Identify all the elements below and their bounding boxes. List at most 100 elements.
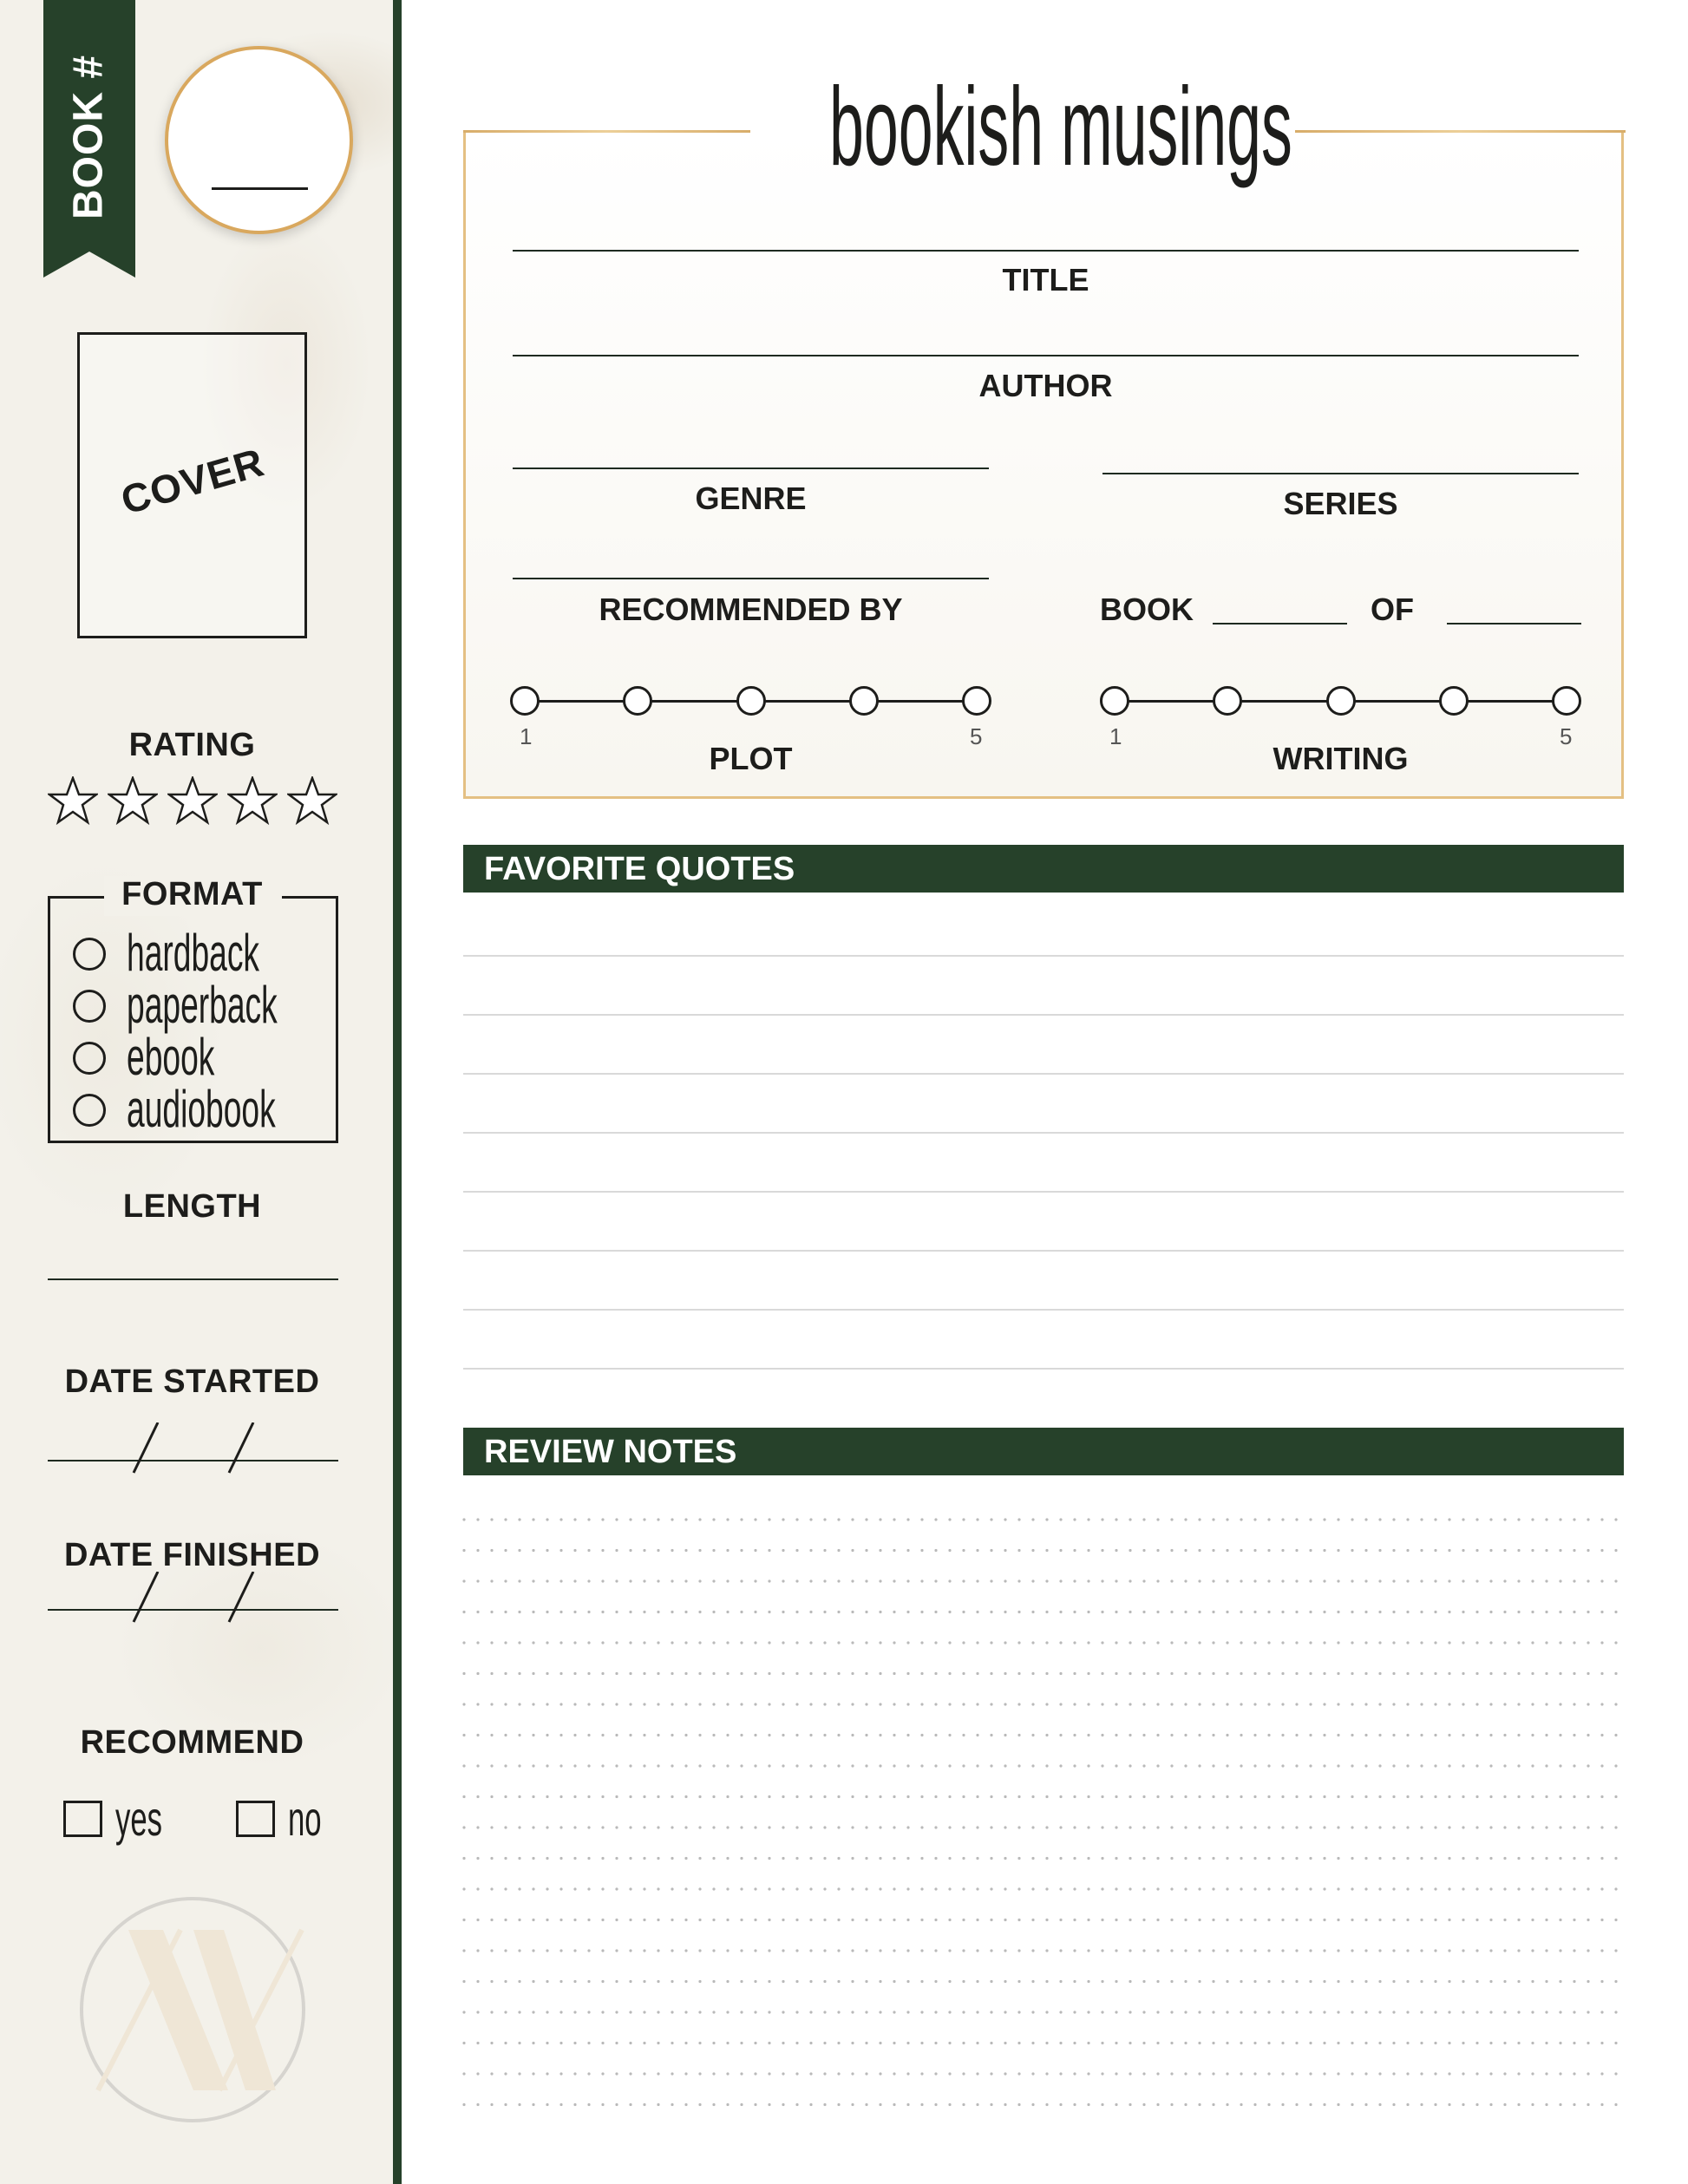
grid-dot [1545, 1795, 1548, 1799]
grid-dot [629, 1548, 632, 1553]
grid-dot [559, 1764, 563, 1768]
quote-line[interactable] [463, 1014, 1624, 1016]
grid-dot [462, 1518, 466, 1521]
star-rating[interactable] [48, 776, 337, 827]
scale-step-2[interactable] [1213, 686, 1243, 716]
grid-dot [1156, 1548, 1160, 1553]
star-icon[interactable] [167, 776, 218, 825]
grid-dot [948, 1518, 952, 1521]
grid-dot [1267, 1703, 1271, 1706]
length-field[interactable] [48, 1278, 338, 1280]
grid-dot [1614, 1733, 1618, 1737]
grid-dot [851, 1610, 854, 1614]
grid-dot [587, 1518, 591, 1521]
grid-dot [1337, 2041, 1340, 2045]
quote-line[interactable] [463, 955, 1624, 957]
grid-dot [1475, 1856, 1479, 1860]
format-option-ebook[interactable]: ebook [73, 1028, 324, 1086]
grid-dot [1503, 2041, 1507, 2045]
grid-dot [990, 2102, 993, 2107]
grid-dot [504, 1887, 507, 1891]
grid-dot [476, 1703, 480, 1706]
grid-dot [948, 1671, 952, 1676]
grid-dot [934, 1610, 938, 1614]
grid-dot [1156, 1703, 1160, 1706]
grid-dot [1489, 1979, 1493, 1984]
grid-dot [1475, 1548, 1479, 1553]
scale-step-4[interactable] [848, 686, 879, 716]
quote-line[interactable] [463, 1132, 1624, 1134]
book-number-field[interactable] [165, 46, 353, 234]
grid-dot [1281, 1610, 1285, 1614]
grid-dot [962, 1548, 965, 1553]
scale-step-1[interactable] [510, 686, 540, 716]
date-finished-label: DATE FINISHED [63, 1537, 321, 1573]
star-icon[interactable] [48, 776, 98, 825]
grid-dot [1503, 1918, 1507, 1922]
radio-button[interactable] [73, 1042, 106, 1075]
scale-step-3[interactable] [736, 686, 766, 716]
quote-line[interactable] [463, 1073, 1624, 1075]
grid-dot [1142, 1610, 1146, 1614]
grid-dot [1337, 1795, 1340, 1799]
format-option-audiobook[interactable]: audiobook [73, 1080, 324, 1138]
grid-dot [615, 1949, 618, 1952]
grid-dot [532, 1949, 535, 1952]
grid-dot [726, 1610, 730, 1614]
quote-line[interactable] [463, 1309, 1624, 1311]
radio-button[interactable] [73, 990, 106, 1023]
scale-step-4[interactable] [1438, 686, 1469, 716]
grid-dot [1600, 1733, 1604, 1737]
grid-dot [1420, 1579, 1423, 1583]
grid-dot [1309, 1579, 1312, 1583]
grid-dot [1198, 1764, 1201, 1768]
grid-dot [1364, 2011, 1368, 2014]
scale-step-2[interactable] [623, 686, 653, 716]
grid-dot [1420, 1795, 1423, 1799]
book-total-field[interactable] [1447, 623, 1581, 624]
recommended-by-field[interactable] [513, 578, 989, 579]
grid-dot [1614, 1703, 1618, 1706]
star-icon[interactable] [287, 776, 337, 825]
recommend-yes-checkbox[interactable] [63, 1801, 102, 1837]
title-field[interactable] [513, 250, 1579, 252]
grid-dot [1462, 1887, 1465, 1891]
grid-dot [476, 1856, 480, 1860]
grid-dot [1448, 1826, 1451, 1829]
scale-step-5[interactable] [1552, 686, 1581, 716]
grid-dot [1295, 2072, 1299, 2076]
quote-line[interactable] [463, 1191, 1624, 1193]
radio-button[interactable] [73, 938, 106, 971]
quote-line[interactable] [463, 1368, 1624, 1370]
recommend-no-checkbox[interactable] [236, 1801, 275, 1837]
grid-dot [1142, 1671, 1146, 1676]
radio-button[interactable] [73, 1094, 106, 1127]
scale-step-5[interactable] [962, 686, 991, 716]
book-index-field[interactable] [1213, 623, 1347, 624]
format-option-hardback[interactable]: hardback [73, 924, 324, 982]
star-icon[interactable] [227, 776, 278, 825]
grid-dot [1184, 1795, 1187, 1799]
grid-dot [823, 1641, 827, 1645]
grid-dot [809, 1671, 813, 1676]
grid-dot [476, 1826, 480, 1829]
series-field[interactable] [1102, 473, 1579, 474]
grid-dot [573, 1795, 577, 1799]
grid-dot [948, 1733, 952, 1737]
author-field[interactable] [513, 355, 1579, 356]
star-icon[interactable] [108, 776, 158, 825]
grid-dot [546, 1610, 549, 1614]
scale-step-3[interactable] [1325, 686, 1356, 716]
quote-line[interactable] [463, 1250, 1624, 1252]
grid-dot [962, 2041, 965, 2045]
grid-dot [726, 1979, 730, 1984]
format-option-paperback[interactable]: paperback [73, 976, 324, 1034]
review-notes-dot-grid[interactable] [460, 1514, 1631, 2122]
scale-step-1[interactable] [1100, 686, 1129, 716]
cover-box[interactable]: COVER [77, 332, 307, 638]
grid-dot [1142, 1641, 1146, 1645]
grid-dot [1337, 1887, 1340, 1891]
genre-field[interactable] [513, 468, 989, 469]
grid-dot [948, 1579, 952, 1583]
grid-dot [573, 1764, 577, 1768]
